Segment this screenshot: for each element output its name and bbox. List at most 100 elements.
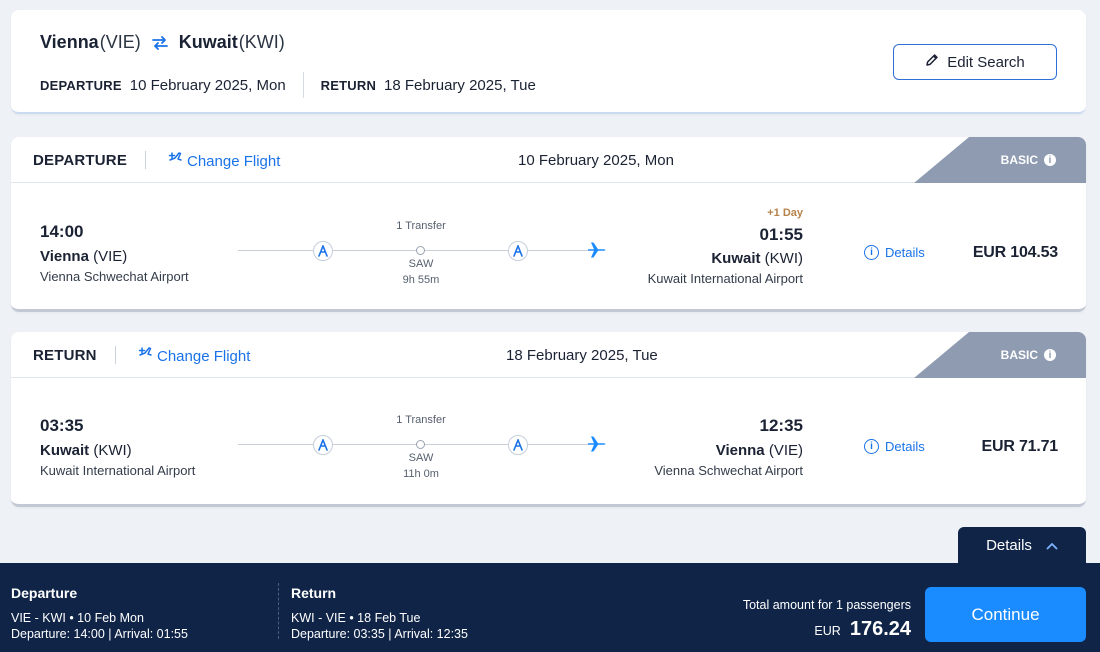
airline-logo-icon: [313, 435, 333, 455]
departure-date: 10 February 2025, Mon: [129, 76, 286, 94]
chevron-up-icon: [1032, 537, 1058, 554]
fare-class-label: BASIC: [1000, 153, 1038, 167]
departure-airport: Kuwait International Airport: [40, 463, 196, 478]
arrival-city-code: (VIE): [768, 442, 803, 459]
plus-day-badge: +1 Day: [767, 207, 803, 219]
info-icon: i: [1044, 349, 1056, 361]
arrival-city: Vienna (VIE): [716, 442, 803, 459]
header-divider: [145, 151, 146, 169]
info-icon: i: [864, 245, 879, 260]
change-flight-link[interactable]: Change Flight: [138, 346, 250, 366]
details-label: Details: [885, 245, 925, 260]
flight-card-title: RETURN: [33, 347, 97, 364]
fare-class-label: BASIC: [1000, 348, 1038, 362]
return-summary-heading: Return: [291, 585, 337, 601]
change-flight-link[interactable]: Change Flight: [168, 151, 280, 171]
flight-duration: 11h 0m: [403, 468, 439, 480]
arrival-airport: Vienna Schwechat Airport: [654, 463, 803, 478]
departure-summary-heading: Departure: [11, 585, 78, 601]
airline-logo-icon: [508, 435, 528, 455]
departure-city-code: (KWI): [93, 442, 132, 459]
route-heading: Vienna (VIE) Kuwait (KWI): [40, 32, 285, 53]
transfer-count: 1 Transfer: [396, 220, 446, 232]
departure-summary-route: VIE - KWI • 10 Feb Mon: [11, 611, 144, 625]
route-line: [238, 250, 588, 251]
departure-summary: Departure VIE - KWI • 10 Feb Mon Departu…: [11, 585, 188, 642]
return-summary-route: KWI - VIE • 18 Feb Tue: [291, 611, 421, 625]
origin-code: (VIE): [99, 32, 141, 52]
dest-city: Kuwait: [178, 32, 238, 52]
flight-date: 10 February 2025, Mon: [518, 152, 674, 169]
flight-duration: 9h 55m: [402, 274, 440, 286]
stop-marker: [416, 440, 425, 449]
departure-city: Vienna (VIE): [40, 248, 127, 265]
stop-marker: [416, 246, 425, 255]
details-link[interactable]: i Details: [864, 245, 925, 260]
transfer-count: 1 Transfer: [396, 414, 446, 426]
plane-icon: [587, 241, 607, 264]
arrival-city: Kuwait (KWI): [711, 250, 803, 267]
departure-city-name: Vienna: [40, 248, 89, 265]
departure-city: Kuwait (KWI): [40, 442, 132, 459]
summary-divider: [278, 583, 279, 639]
info-icon: i: [1044, 154, 1056, 166]
departure-time: 14:00: [40, 222, 84, 241]
edit-search-label: Edit Search: [947, 53, 1025, 71]
details-label: Details: [885, 439, 925, 454]
edit-search-button[interactable]: Edit Search: [893, 44, 1057, 80]
departure-time: 03:35: [40, 416, 84, 435]
change-flight-icon: [138, 346, 157, 366]
departure-city-name: Kuwait: [40, 442, 90, 459]
stop-airport-code: SAW: [408, 452, 434, 464]
arrival-city-code: (KWI): [764, 250, 803, 267]
departure-flight-card: DEPARTURE Change Flight 10 February 2025…: [11, 137, 1086, 312]
flight-card-title: DEPARTURE: [33, 152, 128, 169]
pencil-icon: [925, 53, 947, 71]
details-link[interactable]: i Details: [864, 439, 925, 454]
fare-class-tab[interactable]: BASIC i: [914, 332, 1086, 378]
flight-price: EUR 71.71: [981, 438, 1059, 455]
departure-airport: Vienna Schwechat Airport: [40, 269, 189, 284]
return-date: 18 February 2025, Tue: [384, 76, 536, 94]
stop-airport-code: SAW: [408, 258, 434, 270]
arrival-time: 01:55: [759, 225, 803, 244]
search-dates: DEPARTURE 10 February 2025, Mon RETURN 1…: [40, 72, 536, 98]
departure-city-code: (VIE): [93, 248, 128, 265]
date-divider: [302, 72, 304, 98]
departure-label: DEPARTURE: [40, 77, 122, 93]
total-amount-label: Total amount for 1 passengers: [742, 598, 911, 612]
flight-route-track: 1 Transfer SAW 11h 0m: [238, 414, 608, 480]
arrival-airport: Kuwait International Airport: [647, 271, 803, 286]
arrival-city-name: Kuwait: [711, 250, 761, 267]
total-amount: EUR 176.24: [814, 618, 911, 641]
summary-details-toggle[interactable]: Details: [958, 527, 1086, 564]
arrival-time: 12:35: [759, 416, 803, 435]
info-icon: i: [864, 439, 879, 454]
arrival-city-name: Vienna: [715, 442, 765, 459]
flight-price: EUR 104.53: [972, 244, 1058, 261]
return-flight-card: RETURN Change Flight 18 February 2025, T…: [11, 332, 1086, 507]
details-tab-label: Details: [986, 537, 1032, 554]
fare-class-tab[interactable]: BASIC i: [914, 137, 1086, 183]
route-line: [238, 444, 588, 445]
flight-card-header: DEPARTURE Change Flight 10 February 2025…: [11, 137, 1086, 183]
total-value: 176.24: [849, 618, 911, 640]
return-summary-times: Departure: 03:35 | Arrival: 12:35: [291, 627, 468, 641]
header-divider: [115, 346, 116, 364]
booking-summary-bar: Departure VIE - KWI • 10 Feb Mon Departu…: [0, 563, 1100, 652]
flight-route-track: 1 Transfer SAW 9h 55m: [238, 220, 608, 286]
change-flight-icon: [168, 151, 187, 171]
dest-code: (KWI): [238, 32, 285, 52]
continue-button[interactable]: Continue: [925, 587, 1086, 642]
swap-arrows-icon: [151, 35, 169, 50]
airline-logo-icon: [313, 241, 333, 261]
origin-city: Vienna: [40, 32, 99, 52]
return-label: RETURN: [320, 77, 377, 93]
change-flight-label: Change Flight: [157, 347, 251, 365]
flight-card-header: RETURN Change Flight 18 February 2025, T…: [11, 332, 1086, 378]
change-flight-label: Change Flight: [187, 152, 281, 170]
airline-logo-icon: [508, 241, 528, 261]
search-summary-card: Vienna (VIE) Kuwait (KWI) DEPARTURE 10 Feb…: [11, 10, 1086, 114]
total-currency: EUR: [814, 624, 841, 638]
departure-summary-times: Departure: 14:00 | Arrival: 01:55: [11, 627, 188, 641]
